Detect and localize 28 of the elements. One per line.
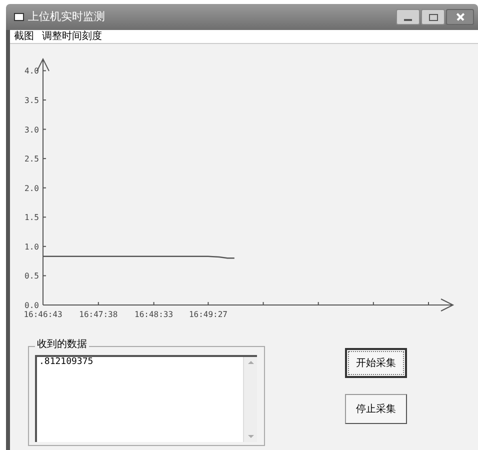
x-tick-label: 16:47:38	[79, 310, 118, 319]
close-button[interactable]	[446, 9, 474, 25]
menu-item[interactable]: 调整时间刻度	[42, 32, 102, 42]
x-tick-label: 16:49:27	[188, 310, 228, 319]
maximize-button[interactable]	[421, 9, 445, 25]
menu-item[interactable]: 截图	[14, 32, 34, 42]
app-icon	[14, 13, 24, 21]
scrollbar[interactable]	[243, 357, 257, 442]
y-tick-label: 3.0	[24, 125, 39, 134]
scroll-up-icon	[248, 361, 254, 364]
data-value: .812109375	[38, 357, 94, 369]
y-tick-label: 4.0	[24, 66, 39, 76]
window-title: 上位机实时监测	[28, 8, 105, 25]
received-data-textarea[interactable]: .812109375	[35, 355, 257, 442]
scroll-down-icon	[248, 435, 254, 438]
y-tick-label: 2.0	[24, 184, 39, 193]
minimize-button[interactable]	[396, 9, 420, 25]
y-tick-label: 1.0	[24, 242, 39, 252]
action-button[interactable]: 开始采集	[345, 348, 407, 378]
action-button[interactable]: 停止采集	[345, 394, 407, 424]
group-label: 收到的数据	[35, 340, 89, 350]
y-tick-label: 2.5	[24, 154, 39, 164]
y-tick-label: 0.5	[24, 272, 39, 281]
x-tick-label: 16:46:43	[24, 310, 62, 319]
y-tick-label: 1.5	[24, 213, 39, 222]
y-tick-label: 3.5	[24, 96, 39, 105]
y-tick-label: 0.0	[24, 301, 39, 310]
x-tick-label: 16:48:33	[134, 310, 174, 319]
